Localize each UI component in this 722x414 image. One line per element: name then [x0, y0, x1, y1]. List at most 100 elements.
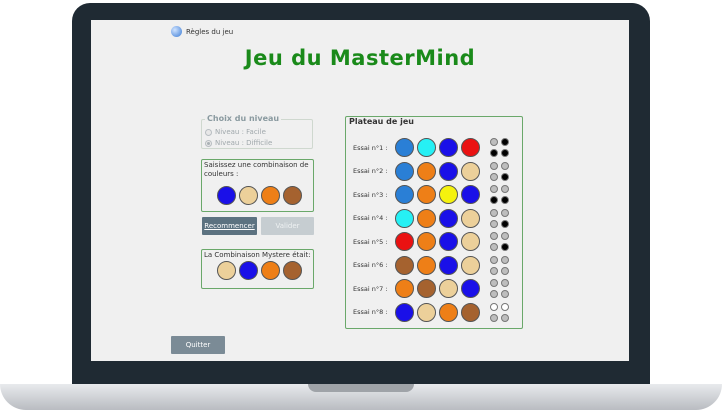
trial-peg — [461, 208, 480, 228]
trial-peg — [395, 255, 414, 275]
trial-peg — [417, 302, 436, 322]
feedback-peg — [501, 232, 509, 240]
trial-pegs — [395, 232, 480, 251]
pick-peg[interactable] — [261, 186, 280, 205]
trial-label: Essai n°6 : — [353, 261, 388, 269]
trial-peg — [395, 232, 414, 251]
feedback-peg — [490, 313, 498, 322]
trial-peg — [417, 255, 436, 275]
trial-row: Essai n°3 : — [353, 185, 509, 204]
trial-peg — [439, 208, 458, 228]
help-link[interactable]: Règles du jeu — [171, 26, 233, 37]
trial-peg — [395, 138, 414, 157]
feedback-peg — [501, 313, 509, 322]
feedback-peg — [501, 196, 509, 204]
help-globe-icon — [171, 26, 182, 37]
feedback-peg — [490, 243, 498, 251]
trial-label: Essai n°1 : — [353, 143, 388, 152]
feedback-pegs — [490, 138, 509, 157]
feedback-peg — [490, 255, 498, 264]
trial-peg — [461, 232, 480, 251]
feedback-peg — [501, 172, 509, 181]
mystery-label: La Combinaison Mystere était: — [204, 251, 311, 259]
trial-peg — [417, 138, 436, 157]
trial-peg — [417, 208, 436, 228]
trial-row: Essai n°2 : — [353, 161, 509, 181]
trial-label: Essai n°4 : — [353, 214, 388, 222]
feedback-pegs — [490, 185, 509, 204]
feedback-peg — [490, 138, 498, 146]
pick-peg[interactable] — [239, 186, 258, 205]
mystery-combination — [217, 261, 302, 280]
trial-label: Essai n°7 : — [353, 284, 388, 293]
feedback-peg — [490, 208, 498, 217]
quit-button[interactable]: Quitter — [171, 336, 225, 354]
trial-peg — [439, 279, 458, 298]
feedback-peg — [501, 243, 509, 251]
trial-pegs — [395, 279, 480, 298]
trial-peg — [395, 185, 414, 204]
trial-peg — [417, 185, 436, 204]
radio-easy[interactable] — [205, 128, 212, 136]
feedback-peg — [490, 172, 498, 181]
feedback-peg — [490, 149, 498, 157]
trial-peg — [417, 279, 436, 298]
trial-row: Essai n°7 : — [353, 279, 509, 298]
feedback-peg — [490, 161, 498, 170]
radio-hard[interactable] — [205, 139, 212, 147]
feedback-pegs — [490, 161, 509, 181]
app-window: Règles du jeu Jeu du MasterMind Niveau :… — [91, 20, 629, 361]
feedback-peg — [501, 255, 509, 264]
trial-pegs — [395, 161, 480, 181]
feedback-peg — [501, 219, 509, 228]
trial-pegs — [395, 302, 480, 322]
trial-peg — [439, 232, 458, 251]
trial-peg — [439, 302, 458, 322]
trial-row: Essai n°4 : — [353, 208, 509, 228]
trial-peg — [461, 279, 480, 298]
feedback-pegs — [490, 279, 509, 298]
trial-peg — [461, 185, 480, 204]
feedback-peg — [490, 290, 498, 298]
trial-peg — [395, 302, 414, 322]
trial-peg — [439, 161, 458, 181]
feedback-pegs — [490, 255, 509, 275]
level-group: Niveau : Facile Niveau : Difficile — [201, 119, 313, 149]
trial-peg — [417, 161, 436, 181]
trial-peg — [439, 255, 458, 275]
feedback-peg — [501, 266, 509, 275]
trial-peg — [417, 232, 436, 251]
trial-peg — [461, 138, 480, 157]
level-option-hard[interactable]: Niveau : Difficile — [205, 139, 272, 147]
trial-pegs — [395, 208, 480, 228]
board-title: Plateau de jeu — [349, 117, 414, 126]
feedback-peg — [501, 161, 509, 170]
feedback-peg — [501, 290, 509, 298]
trial-pegs — [395, 255, 480, 275]
trial-peg — [439, 185, 458, 204]
level-option-easy-label: Niveau : Facile — [215, 128, 266, 136]
trial-peg — [395, 279, 414, 298]
feedback-peg — [490, 185, 498, 193]
validate-button[interactable]: Valider — [261, 217, 314, 235]
level-option-easy[interactable]: Niveau : Facile — [205, 128, 266, 136]
trial-row: Essai n°5 : — [353, 232, 509, 251]
pick-peg[interactable] — [217, 186, 236, 205]
trial-label: Essai n°3 : — [353, 190, 388, 199]
trial-peg — [395, 161, 414, 181]
pick-peg[interactable] — [283, 186, 302, 205]
combination-prompt: Saisissez une combinaison de couleurs : — [204, 161, 309, 178]
level-option-hard-label: Niveau : Difficile — [215, 139, 273, 147]
restart-button[interactable]: Recommencer — [202, 217, 257, 235]
feedback-peg — [490, 302, 498, 311]
feedback-peg — [501, 185, 509, 193]
help-label: Règles du jeu — [186, 27, 234, 36]
feedback-peg — [501, 302, 509, 311]
feedback-peg — [490, 266, 498, 275]
mystery-peg — [239, 261, 258, 280]
feedback-pegs — [490, 208, 509, 228]
feedback-peg — [501, 208, 509, 217]
level-legend: Choix du niveau — [205, 114, 282, 123]
feedback-peg — [501, 149, 509, 157]
trial-peg — [395, 208, 414, 228]
